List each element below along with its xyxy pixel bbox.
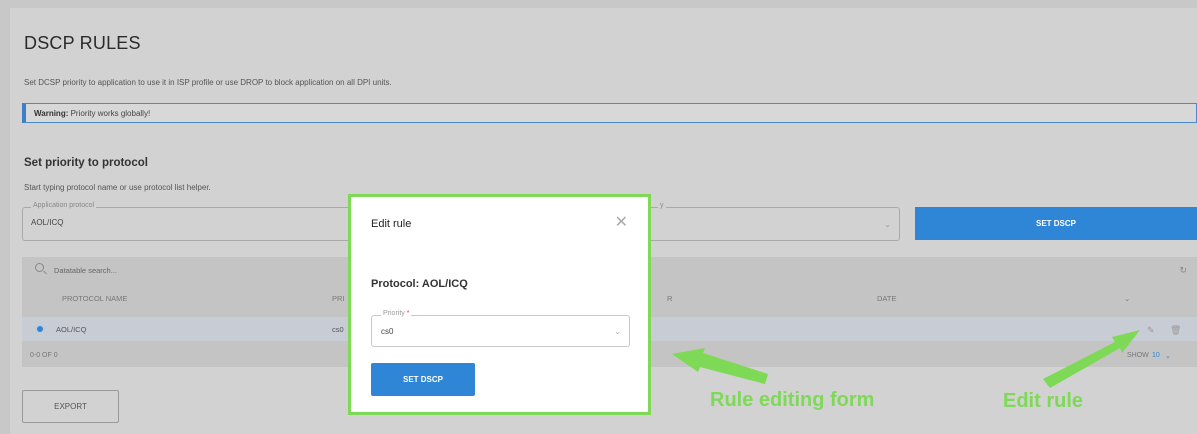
arrow-to-form	[672, 348, 768, 384]
edit-rule-annotation: Edit rule	[1003, 390, 1084, 412]
arrow-to-edit	[1043, 330, 1140, 388]
rule-editing-form-annotation: Rule editing form	[710, 389, 875, 411]
annotation-arrows	[672, 330, 1140, 388]
